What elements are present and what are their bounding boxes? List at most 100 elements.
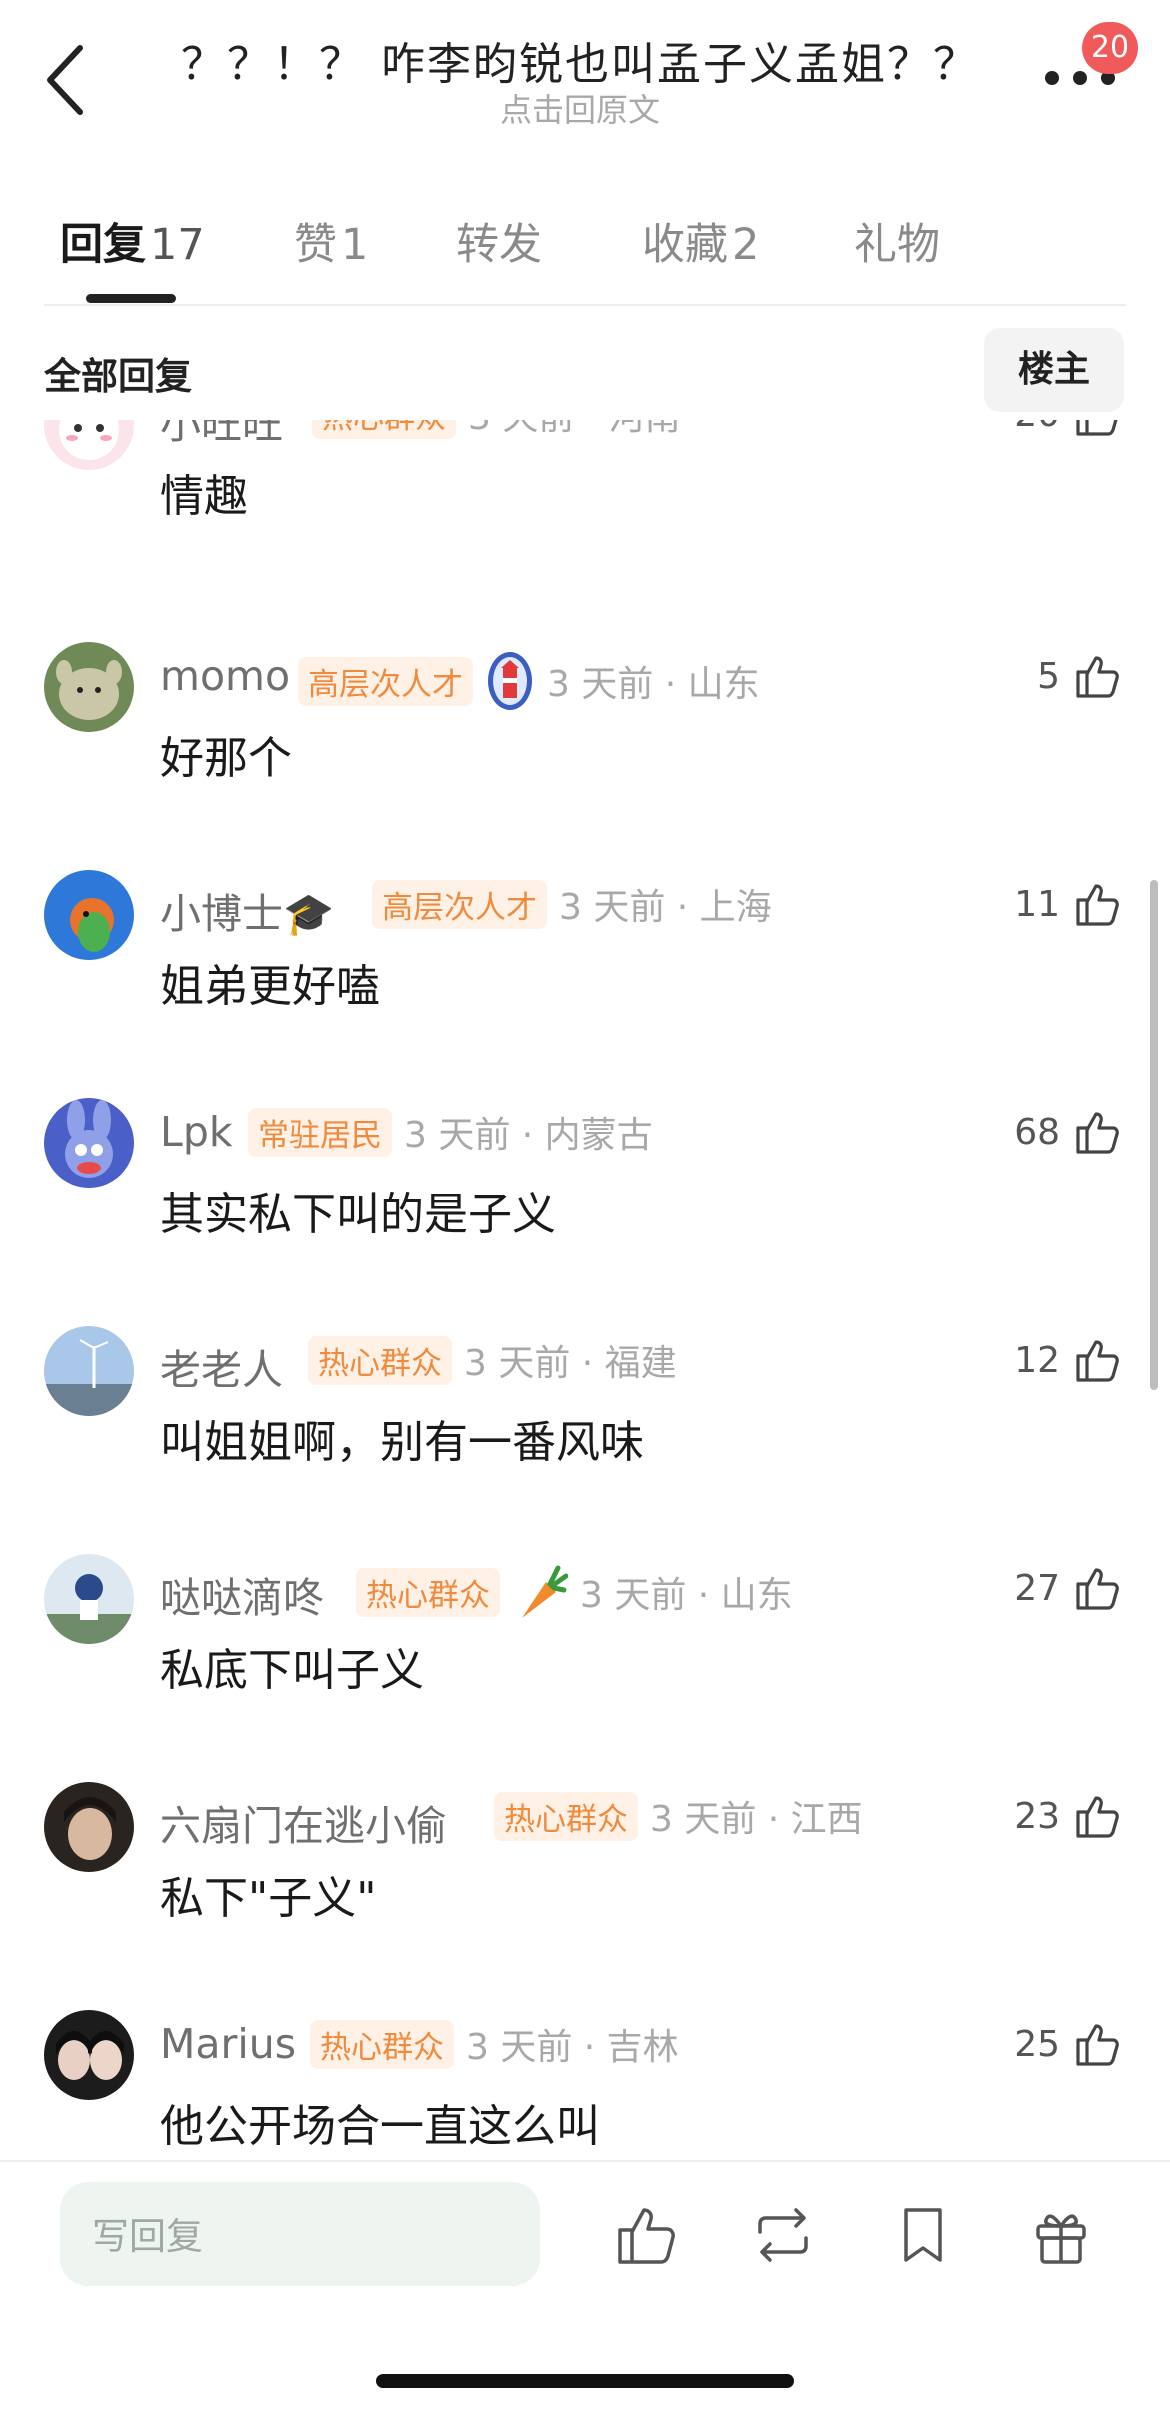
thumbs-up-icon[interactable]	[1072, 1790, 1124, 1842]
avatar[interactable]	[44, 1098, 134, 1188]
tab-label: 礼物	[854, 220, 940, 270]
thumbs-up-icon[interactable]	[1072, 420, 1124, 440]
user-level-tag: 热心群众	[356, 1567, 500, 1617]
avatar[interactable]	[44, 870, 134, 960]
user-level-tag: 高层次人才	[372, 879, 547, 929]
like-count: 25	[1014, 2024, 1060, 2065]
thumbs-up-icon[interactable]	[1072, 2018, 1124, 2070]
thumbs-up-icon[interactable]	[1072, 1334, 1124, 1386]
user-level-tag: 热心群众	[494, 1791, 638, 1841]
comment-text: 叫姐姐啊，别有一番风味	[160, 1417, 644, 1468]
comment-list[interactable]: 小旺旺 热心群众 3 天前 · 河南 情趣 20 momo 高层次人才 3 天前…	[0, 420, 1170, 2160]
comment-meta: 热心群众 3 天前 · 山东	[356, 1562, 793, 1622]
user-level-tag: 常驻居民	[248, 1107, 392, 1157]
chevron-left-icon	[47, 45, 83, 115]
comment-time-location: 3 天前 · 内蒙古	[404, 1115, 653, 1156]
comment-time-location: 3 天前 · 江西	[650, 1799, 863, 1840]
carrot-icon	[522, 1565, 568, 1618]
comment-time-location: 3 天前 · 山东	[580, 1575, 793, 1616]
active-tab-indicator	[86, 294, 176, 303]
username[interactable]: Lpk	[160, 1108, 233, 1156]
lighthouse-badge-icon	[488, 652, 532, 710]
like-count: 27	[1014, 1568, 1060, 1609]
comment-item: 老老人 热心群众 3 天前 · 福建 叫姐姐啊，别有一番风味 12	[0, 1326, 1170, 1526]
avatar[interactable]	[44, 420, 134, 470]
divider	[44, 304, 1126, 306]
gift-icon[interactable]	[1026, 2200, 1096, 2270]
comment-meta: 高层次人才 3 天前 · 山东	[298, 650, 760, 712]
comment-item: Marius 热心群众 3 天前 · 吉林 他公开场合一直这么叫 25	[0, 2010, 1170, 2160]
tab-label: 赞	[294, 220, 337, 270]
op-filter-button[interactable]: 楼主	[984, 328, 1124, 412]
tab-count: 2	[732, 220, 760, 270]
comment-item: momo 高层次人才 3 天前 · 山东 好那个 5	[0, 642, 1170, 842]
username[interactable]: 六扇门在逃小偷	[160, 1792, 447, 1852]
username[interactable]: 小旺旺	[160, 420, 283, 450]
notification-badge: 20	[1082, 22, 1138, 74]
comment-time-location: 3 天前 · 河南	[468, 420, 681, 440]
thumbs-up-icon[interactable]	[612, 2200, 682, 2270]
reply-input[interactable]: 写回复	[60, 2182, 540, 2286]
tab-favorites[interactable]: 收藏2	[642, 210, 759, 272]
thumbs-up-icon[interactable]	[1072, 878, 1124, 930]
comment-time-location: 3 天前 · 吉林	[466, 2027, 679, 2068]
tab-reposts[interactable]: 转发	[456, 210, 542, 272]
comment-text: 他公开场合一直这么叫	[160, 2101, 600, 2152]
username[interactable]: momo	[160, 652, 290, 700]
home-indicator[interactable]	[376, 2374, 794, 2388]
avatar[interactable]	[44, 1326, 134, 1416]
comment-text: 好那个	[160, 733, 292, 784]
scrollbar[interactable]	[1150, 880, 1158, 1390]
comment-meta: 常驻居民 3 天前 · 内蒙古	[248, 1106, 653, 1158]
tab-gifts[interactable]: 礼物	[854, 210, 940, 272]
comment-text: 其实私下叫的是子义	[160, 1189, 556, 1240]
comment-meta: 热心群众 3 天前 · 福建	[308, 1334, 677, 1386]
thumbs-up-icon[interactable]	[1072, 1562, 1124, 1614]
like-count: 5	[1037, 656, 1060, 697]
avatar[interactable]	[44, 1554, 134, 1644]
back-to-original-link[interactable]: 点击回原文	[140, 85, 1020, 131]
username[interactable]: 小博士🎓	[160, 880, 334, 940]
tab-count: 17	[150, 220, 205, 270]
comment-time-location: 3 天前 · 上海	[559, 887, 772, 928]
like-count: 23	[1014, 1796, 1060, 1837]
tab-label: 收藏	[642, 220, 728, 270]
avatar[interactable]	[44, 1782, 134, 1872]
tab-likes[interactable]: 赞1	[294, 210, 368, 272]
comment-meta: 热心群众 3 天前 · 河南	[312, 420, 681, 440]
thumbs-up-icon[interactable]	[1072, 650, 1124, 702]
user-level-tag: 高层次人才	[298, 656, 473, 706]
comment-meta: 热心群众 3 天前 · 吉林	[310, 2018, 679, 2070]
back-button[interactable]	[38, 40, 98, 120]
comment-item: 小博士🎓 高层次人才 3 天前 · 上海 姐弟更好嗑 11	[0, 870, 1170, 1070]
comment-item: Lpk 常驻居民 3 天前 · 内蒙古 其实私下叫的是子义 68	[0, 1098, 1170, 1298]
reply-placeholder: 写回复	[92, 2215, 203, 2258]
comment-item: 小旺旺 热心群众 3 天前 · 河南 情趣 20	[0, 420, 1170, 580]
user-level-tag: 热心群众	[308, 1335, 452, 1385]
section-label: 全部回复	[44, 355, 192, 398]
username[interactable]: Marius	[160, 2020, 296, 2068]
user-level-tag: 热心群众	[312, 420, 456, 439]
like-count: 20	[1014, 420, 1060, 435]
divider	[0, 2160, 1170, 2162]
comment-meta: 高层次人才 3 天前 · 上海	[372, 878, 772, 930]
thumbs-up-icon[interactable]	[1072, 1106, 1124, 1158]
username[interactable]: 老老人	[160, 1336, 283, 1396]
like-count: 12	[1014, 1340, 1060, 1381]
bookmark-icon[interactable]	[888, 2200, 958, 2270]
avatar[interactable]	[44, 2010, 134, 2100]
comment-text: 私下"子义"	[160, 1873, 377, 1924]
user-level-tag: 热心群众	[310, 2019, 454, 2069]
comment-time-location: 3 天前 · 山东	[547, 664, 760, 705]
comment-time-location: 3 天前 · 福建	[464, 1343, 677, 1384]
tab-label: 回复	[60, 220, 146, 270]
page-title[interactable]: ？？！？ 咋李昀锐也叫孟子义孟姐？？	[140, 28, 1020, 92]
repost-icon[interactable]	[748, 2200, 818, 2270]
comment-meta: 热心群众 3 天前 · 江西	[494, 1790, 863, 1842]
avatar[interactable]	[44, 642, 134, 732]
tab-replies[interactable]: 回复17	[60, 210, 205, 272]
like-count: 68	[1014, 1112, 1060, 1153]
username[interactable]: 哒哒滴咚	[160, 1564, 324, 1624]
tab-count: 1	[341, 220, 369, 270]
comment-text: 姐弟更好嗑	[160, 961, 380, 1012]
